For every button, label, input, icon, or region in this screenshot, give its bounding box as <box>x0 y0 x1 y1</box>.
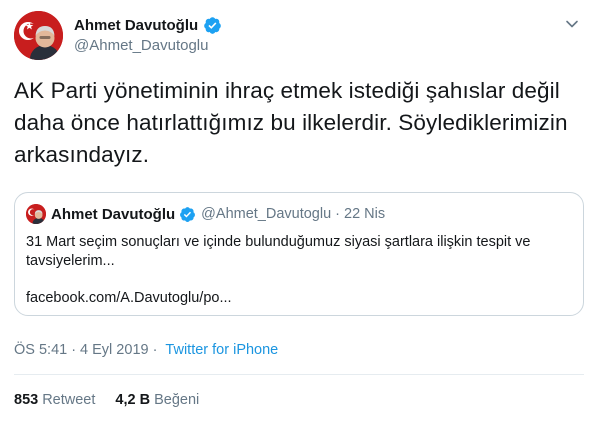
quoted-tweet-text: 31 Mart seçim sonuçları ve içinde bulund… <box>26 233 571 271</box>
verified-badge-icon <box>180 206 196 222</box>
quoted-text-line: tavsiyelerim... <box>26 253 115 269</box>
retweet-count: 853 <box>14 392 39 408</box>
tweet-meta: ÖS 5:41 · 4 Eyl 2019 · Twitter for iPhon… <box>14 342 278 358</box>
quoted-author-display-name: Ahmet Davutoğlu <box>51 205 176 223</box>
tweet-text-line: arkasındayız. <box>14 142 150 167</box>
verified-badge-icon <box>204 17 221 34</box>
author-avatar[interactable] <box>14 11 63 60</box>
divider <box>14 374 584 375</box>
tweet-source-link[interactable]: Twitter for iPhone <box>165 342 278 358</box>
quoted-tweet-header: Ahmet Davutoğlu @Ahmet_Davutoglu · 22 Ni… <box>26 204 385 224</box>
like-count: 4,2 B <box>115 392 151 408</box>
tweet-text: AK Parti yönetiminin ihraç etmek istediğ… <box>14 75 584 171</box>
tweet-date[interactable]: 4 Eyl 2019 <box>80 342 149 358</box>
quoted-text-line: 31 Mart seçim sonuçları ve içinde bulund… <box>26 234 531 250</box>
separator-dot: · <box>71 342 77 358</box>
quoted-author-avatar <box>26 204 46 224</box>
tweet-card: Ahmet Davutoğlu @Ahmet_Davutoglu AK Part… <box>0 0 597 421</box>
like-stat[interactable]: 4,2 B Beğeni <box>115 392 199 408</box>
avatar-image <box>26 204 46 224</box>
quoted-author-handle: @Ahmet_Davutoglu <box>201 206 332 222</box>
separator-dot: · <box>152 342 158 358</box>
tweet-time[interactable]: ÖS 5:41 <box>14 342 67 358</box>
separator-dot: · <box>335 206 340 222</box>
quoted-tweet-date: 22 Nis <box>344 206 386 222</box>
author-name-row[interactable]: Ahmet Davutoğlu <box>74 16 222 35</box>
like-label: Beğeni <box>154 392 200 408</box>
chevron-down-icon[interactable] <box>565 17 579 31</box>
tweet-text-line: daha önce hatırlattığımız bu ilkelerdir.… <box>14 110 568 135</box>
author-display-name[interactable]: Ahmet Davutoğlu <box>74 17 198 34</box>
author-handle[interactable]: @Ahmet_Davutoglu <box>74 37 208 54</box>
avatar-image <box>14 11 63 60</box>
retweet-label: Retweet <box>42 392 96 408</box>
tweet-text-line: AK Parti yönetiminin ihraç etmek istediğ… <box>14 78 560 103</box>
tweet-stats: 853 Retweet 4,2 B Beğeni <box>14 392 199 408</box>
quoted-tweet[interactable]: Ahmet Davutoğlu @Ahmet_Davutoglu · 22 Ni… <box>14 192 584 316</box>
retweet-stat[interactable]: 853 Retweet <box>14 392 95 408</box>
quoted-tweet-link[interactable]: facebook.com/A.Davutoglu/po... <box>26 290 232 306</box>
